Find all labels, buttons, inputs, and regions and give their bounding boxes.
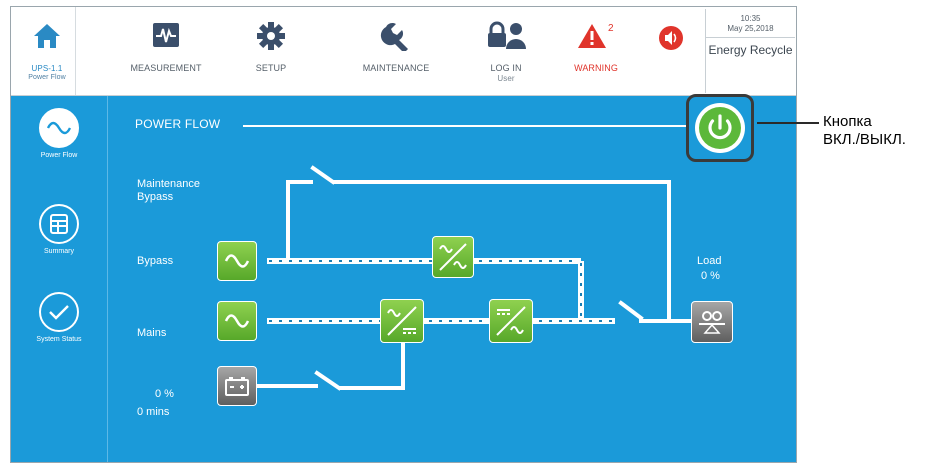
ac-ac-converter-icon: [439, 243, 467, 271]
nav-warning[interactable]: 2 WARNING: [551, 7, 641, 95]
battery-mins: 0 mins: [137, 406, 170, 418]
main-panel: Power Flow Summary System Status POWER F…: [11, 96, 796, 462]
label-bypass: Bypass: [137, 255, 174, 267]
clock-panel: 10:35 May 25,2018 Energy Recycle: [705, 9, 795, 93]
nav-home-label: UPS-1.1: [31, 64, 63, 73]
inverter-icon: [496, 306, 526, 336]
nav-home[interactable]: UPS-1.1 Power Flow: [19, 7, 76, 95]
nav-maintenance[interactable]: MAINTENANCE: [336, 7, 456, 95]
nav-login-label: LOG IN: [490, 63, 522, 73]
power-flow-diagram: [255, 165, 693, 391]
sine-icon: [224, 314, 250, 328]
maint-bypass-switch: [310, 165, 336, 185]
energy-recycle-label[interactable]: Energy Recycle: [706, 44, 795, 57]
warning-count: 2: [608, 23, 614, 34]
nav-setup-label: SETUP: [255, 63, 287, 73]
power-on-off-button[interactable]: [695, 103, 745, 153]
nav-setup[interactable]: SETUP: [226, 7, 316, 95]
sine-icon: [224, 254, 250, 268]
power-button-highlight: [686, 94, 754, 162]
nav-login[interactable]: LOG IN User: [461, 7, 551, 95]
power-icon: [699, 107, 741, 149]
clock-date: May 25,2018: [706, 24, 795, 38]
output-switch: [618, 300, 644, 321]
speaker-icon: [658, 25, 684, 53]
nav-measurement[interactable]: MEASUREMENT: [111, 7, 221, 95]
load-label: Load: [697, 255, 722, 267]
battery-box[interactable]: [217, 366, 257, 406]
wrench-icon: [380, 21, 412, 53]
load-percent: 0 %: [701, 270, 720, 282]
battery-switch: [314, 370, 342, 391]
home-icon: [32, 21, 62, 53]
nav-warning-label: WARNING: [574, 63, 618, 73]
load-users-icon: [699, 311, 725, 334]
battery-icon: [225, 377, 249, 396]
battery-to-rectifier: [339, 337, 405, 390]
maint-bypass-line: [286, 180, 313, 263]
nav-measurement-label: MEASUREMENT: [130, 63, 202, 73]
load-box[interactable]: [691, 301, 733, 343]
ups-screen: UPS-1.1 Power Flow MEASUREMENT SETUP MAI…: [10, 6, 797, 463]
bypass-source-box[interactable]: [217, 241, 257, 281]
nav-maintenance-label: MAINTENANCE: [362, 63, 430, 73]
pulse-icon: [151, 21, 181, 51]
label-mains: Mains: [137, 327, 167, 339]
mute-button[interactable]: [641, 7, 701, 95]
static-switch-box[interactable]: [432, 236, 474, 278]
nav-login-sub: User: [497, 74, 515, 83]
rectifier-box[interactable]: [380, 299, 424, 343]
label-maintenance-bypass: Maintenance Bypass: [137, 178, 200, 203]
inverter-box[interactable]: [489, 299, 533, 343]
top-navigation-bar: UPS-1.1 Power Flow MEASUREMENT SETUP MAI…: [11, 7, 796, 96]
battery-percent: 0 %: [155, 388, 174, 400]
warning-icon: 2: [576, 21, 616, 53]
callout-line: [757, 122, 819, 124]
rectifier-icon: [387, 306, 417, 336]
clock-time: 10:35: [740, 14, 761, 23]
callout-label: Кнопка ВКЛ./ВЫКЛ.: [823, 113, 906, 148]
mains-source-box[interactable]: [217, 301, 257, 341]
nav-home-sub: Power Flow: [28, 74, 66, 81]
gear-icon: [256, 21, 286, 53]
lock-user-icon: [486, 21, 526, 53]
